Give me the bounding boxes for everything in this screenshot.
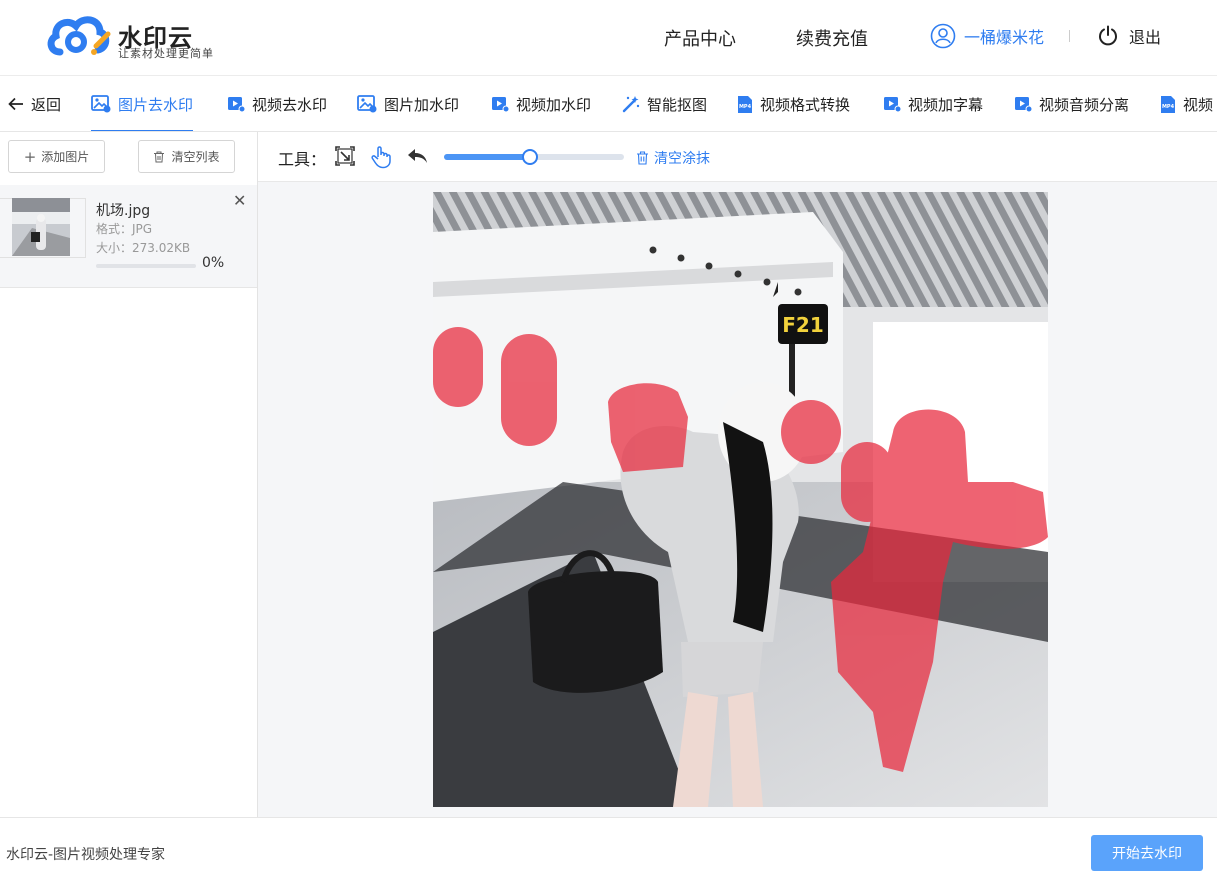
mp4-file-icon: MP4 bbox=[738, 95, 752, 113]
magic-wand-icon bbox=[622, 96, 640, 113]
svg-text:F21: F21 bbox=[782, 313, 824, 337]
logout-label: 退出 bbox=[1129, 28, 1162, 47]
tab-label: 视频 bbox=[1183, 95, 1214, 114]
logo-slogan: 让素材处理更简单 bbox=[118, 47, 214, 60]
video-icon bbox=[1015, 97, 1032, 113]
tab-label: 视频加字幕 bbox=[908, 95, 984, 114]
power-icon bbox=[1099, 25, 1117, 46]
tab-label: 智能抠图 bbox=[647, 95, 708, 114]
start-remove-watermark-button[interactable]: 开始去水印 bbox=[1091, 835, 1203, 871]
tab-label: 视频音频分离 bbox=[1039, 95, 1130, 114]
plus-icon: + bbox=[23, 147, 37, 166]
tab-video-remove-watermark[interactable]: 视频去水印 bbox=[227, 76, 328, 131]
clear-list-label: 清空列表 bbox=[171, 150, 220, 164]
tab-video-add-watermark[interactable]: 视频加水印 bbox=[491, 76, 592, 131]
logo[interactable]: 水印云 让素材处理更简单 bbox=[46, 12, 216, 62]
tab-video-audio-separate[interactable]: 视频音频分离 bbox=[1014, 76, 1130, 131]
clear-list-button[interactable]: 清空列表 bbox=[138, 140, 235, 173]
tab-video-more[interactable]: MP4 视频 bbox=[1160, 76, 1214, 131]
slider-fill bbox=[444, 154, 531, 160]
file-size: 大小：273.02KB bbox=[96, 241, 191, 255]
arrow-left-icon bbox=[8, 97, 23, 111]
tab-video-format-convert[interactable]: MP4 视频格式转换 bbox=[737, 76, 851, 131]
remove-file-icon[interactable]: ✕ bbox=[233, 191, 246, 210]
file-thumbnail bbox=[12, 198, 70, 256]
tool-tabbar: 返回 图片去水印 视频去水印 图片加水印 视频加水印 智能抠图 MP4 视频格式… bbox=[0, 76, 1217, 132]
video-icon bbox=[884, 97, 901, 113]
tab-label: 视频去水印 bbox=[252, 95, 328, 114]
username: 一桶爆米花 bbox=[964, 28, 1045, 47]
add-image-button[interactable]: + 添加图片 bbox=[8, 140, 105, 173]
airport-photo: F21 bbox=[433, 192, 1048, 807]
user-account[interactable]: 一桶爆米花 bbox=[930, 23, 1044, 49]
edit-canvas-image[interactable]: F21 bbox=[433, 192, 1048, 807]
tab-image-add-watermark[interactable]: 图片加水印 bbox=[357, 76, 460, 131]
file-name: 机场.jpg bbox=[96, 203, 151, 219]
file-progress-percent: 0% bbox=[202, 255, 225, 271]
tab-label: 图片去水印 bbox=[118, 95, 194, 114]
clear-paint-label: 清空涂抹 bbox=[654, 151, 710, 167]
rect-select-icon bbox=[335, 146, 355, 166]
tab-image-remove-watermark[interactable]: 图片去水印 bbox=[91, 76, 194, 131]
nav-renew-recharge[interactable]: 续费充值 bbox=[796, 25, 868, 51]
file-list-item[interactable]: 机场.jpg 格式：JPG 大小：273.02KB 0% ✕ bbox=[0, 185, 257, 288]
undo-icon bbox=[408, 149, 427, 163]
tab-smart-cutout[interactable]: 智能抠图 bbox=[622, 76, 708, 131]
tools-label: 工具： bbox=[278, 150, 327, 169]
file-list-panel: + 添加图片 清空列表 机场.jpg 格式：JPG 大小：273.02KB 0%… bbox=[0, 132, 258, 817]
hand-pointer-icon bbox=[371, 146, 391, 169]
image-add-icon bbox=[357, 95, 377, 113]
add-image-label: 添加图片 bbox=[41, 150, 90, 164]
trash-icon bbox=[637, 151, 648, 165]
brush-size-slider[interactable] bbox=[444, 149, 624, 165]
footer: 水印云-图片视频处理专家 开始去水印 bbox=[0, 817, 1217, 876]
brush-tool[interactable] bbox=[370, 145, 392, 173]
svg-text:MP4: MP4 bbox=[739, 104, 752, 110]
svg-text:MP4: MP4 bbox=[1162, 104, 1175, 110]
video-icon bbox=[228, 97, 245, 113]
tab-label: 图片加水印 bbox=[384, 95, 460, 114]
tab-label: 视频加水印 bbox=[516, 95, 592, 114]
tab-video-subtitle[interactable]: 视频加字幕 bbox=[883, 76, 984, 131]
user-avatar-icon bbox=[930, 23, 956, 49]
logout-button[interactable]: 退出 bbox=[1097, 24, 1161, 48]
mp4-file-icon: MP4 bbox=[1161, 95, 1175, 113]
file-format: 格式：JPG bbox=[96, 222, 153, 236]
image-remove-icon bbox=[91, 95, 111, 113]
header-divider bbox=[1069, 30, 1070, 42]
footer-tagline: 水印云-图片视频处理专家 bbox=[6, 847, 166, 863]
clear-paint-button[interactable]: 清空涂抹 bbox=[636, 148, 710, 168]
tab-label: 视频格式转换 bbox=[760, 95, 851, 114]
undo-button[interactable] bbox=[406, 147, 428, 169]
back-label: 返回 bbox=[31, 95, 62, 114]
header: 水印云 让素材处理更简单 产品中心 续费充值 一桶爆米花 退出 bbox=[0, 0, 1217, 76]
back-button[interactable]: 返回 bbox=[8, 76, 62, 131]
edit-toolbar: 工具： 清空涂抹 bbox=[258, 132, 1217, 182]
slider-knob[interactable] bbox=[522, 149, 539, 165]
nav-product-center[interactable]: 产品中心 bbox=[664, 25, 736, 51]
canvas-area: F21 bbox=[258, 182, 1217, 817]
video-icon bbox=[492, 97, 509, 113]
file-progress-bar bbox=[96, 264, 196, 268]
rect-select-tool[interactable] bbox=[334, 145, 356, 171]
trash-icon bbox=[154, 151, 165, 162]
cloud-logo-icon bbox=[47, 16, 111, 56]
